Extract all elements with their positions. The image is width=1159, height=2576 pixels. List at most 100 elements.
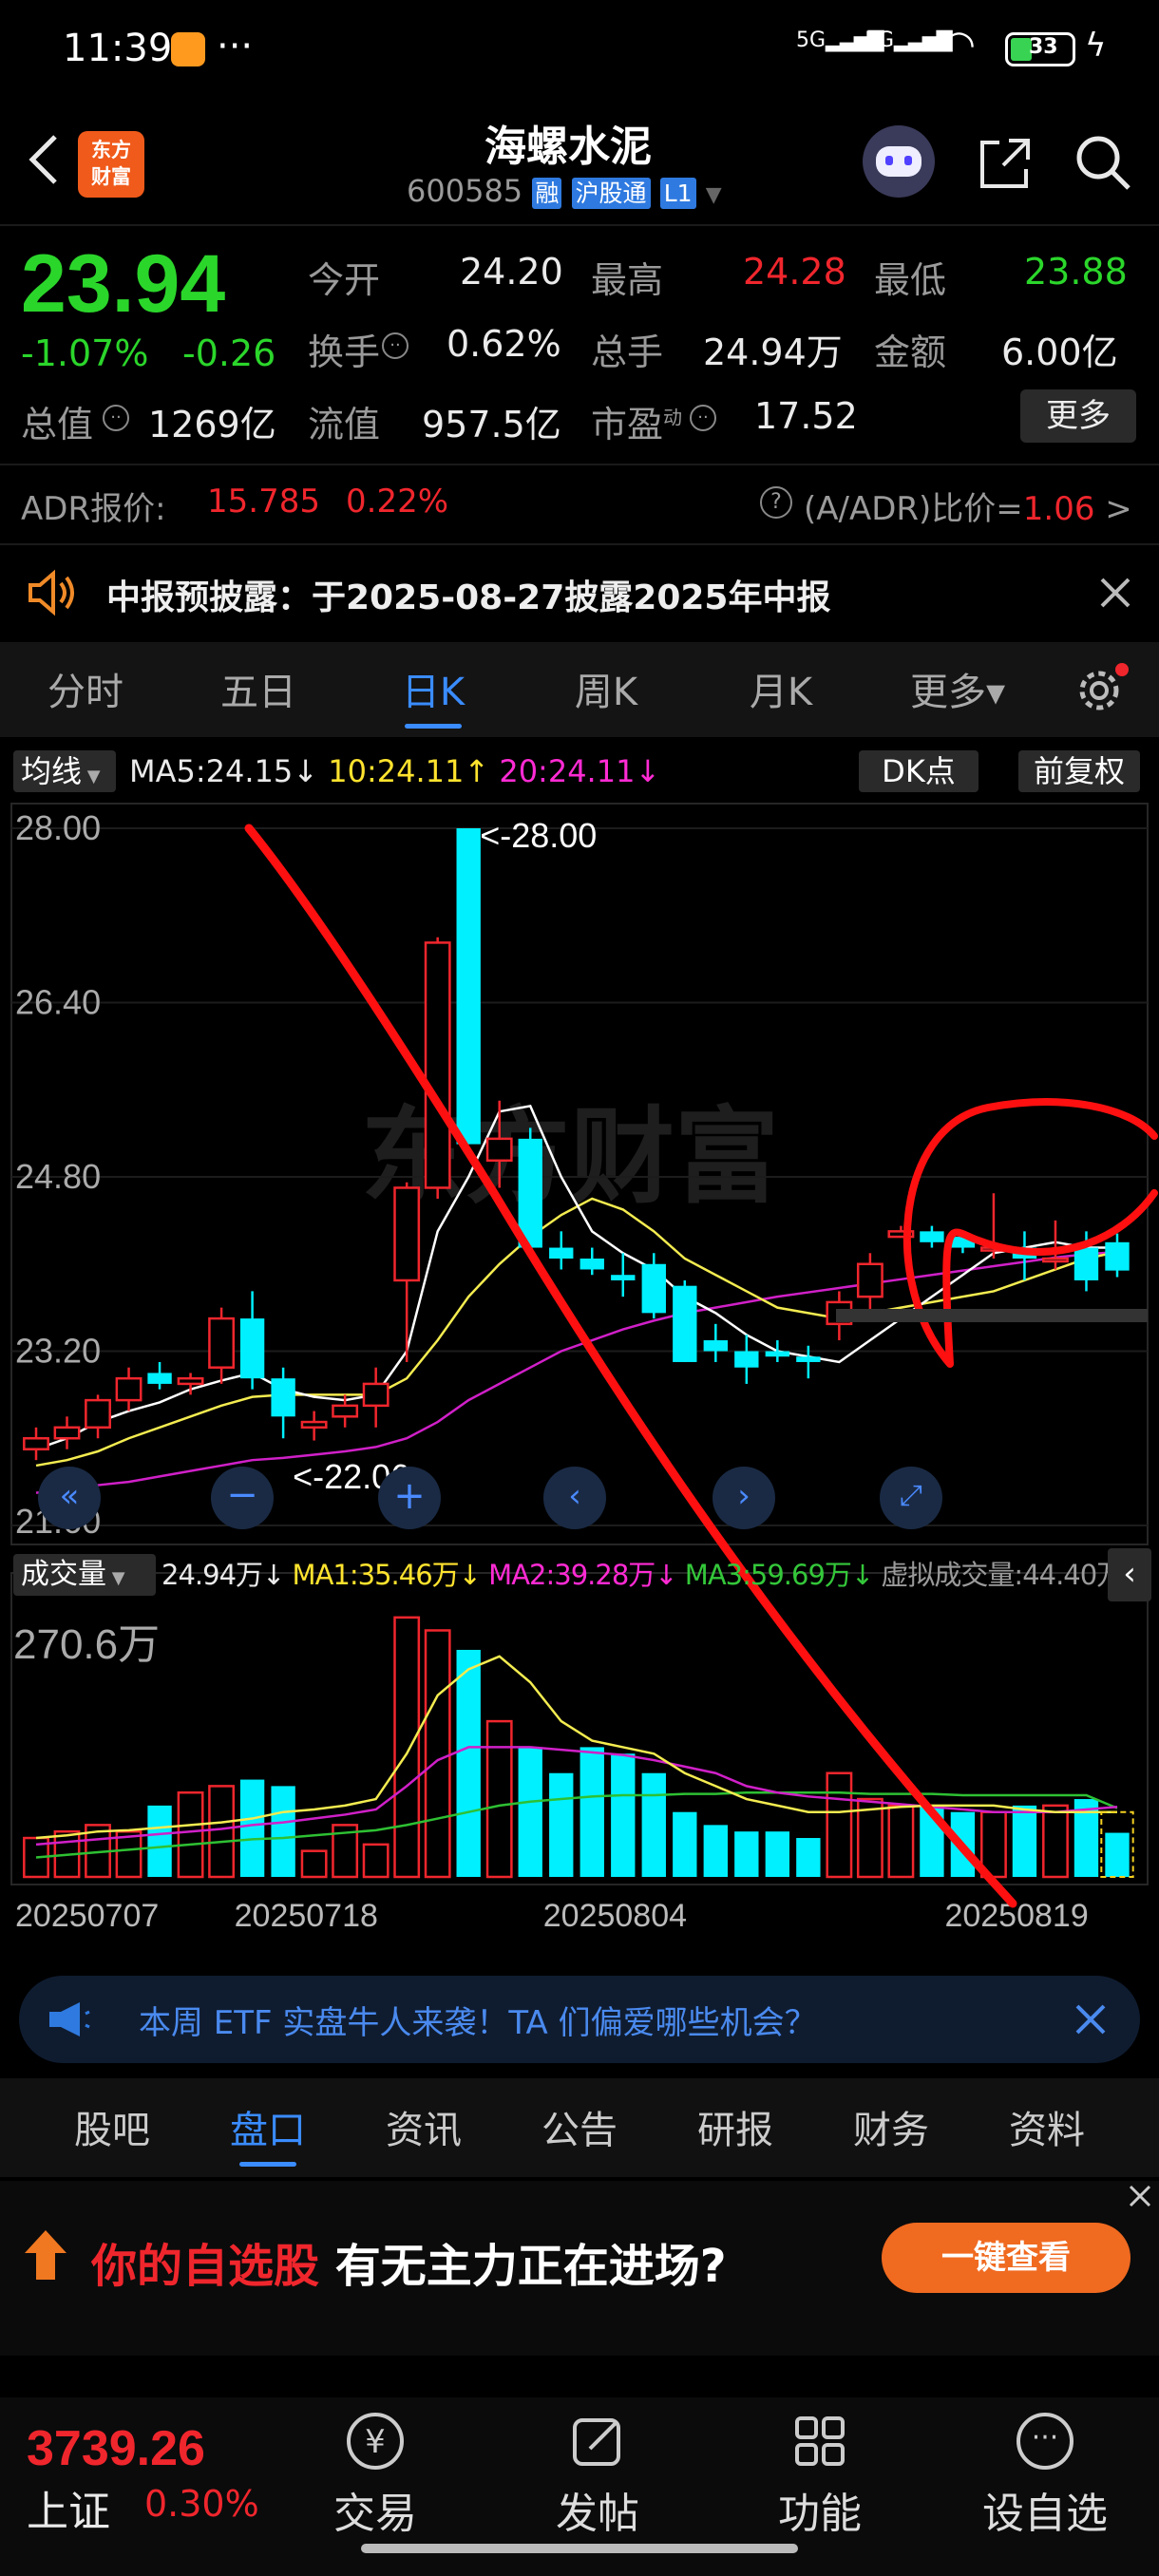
volume-bar xyxy=(765,1831,790,1877)
back-icon[interactable] xyxy=(25,131,63,188)
float-label: 流值 xyxy=(308,404,381,445)
turnover-info-icon[interactable]: ·· xyxy=(382,332,408,359)
candle-body xyxy=(1042,1257,1069,1263)
mktcap-info-icon[interactable]: ·· xyxy=(103,405,129,431)
post-nav[interactable]: 发帖 xyxy=(536,2413,659,2546)
home-indicator xyxy=(361,2544,798,2553)
candle-body xyxy=(485,1137,513,1163)
close-notice-icon[interactable] xyxy=(1096,574,1134,612)
amount-label: 金额 xyxy=(874,331,947,373)
y-tick-label: 28.00 xyxy=(15,808,101,847)
candle-body xyxy=(549,1247,574,1260)
info-tab-3[interactable]: 公告 xyxy=(522,2099,636,2154)
watchlist-nav[interactable]: ··· 设自选 xyxy=(960,2413,1130,2546)
search-icon[interactable] xyxy=(1072,131,1134,194)
info-tab-1[interactable]: 盘口 xyxy=(211,2099,325,2154)
more-button[interactable]: 更多 xyxy=(1020,389,1136,443)
vol-selector[interactable]: 成交量 ▼ xyxy=(13,1554,156,1596)
volume-label: 总手 xyxy=(591,331,664,373)
info-tab-5[interactable]: 财务 xyxy=(834,2099,948,2154)
adr-ratio[interactable]: (A/ADR)比价=1.06 > xyxy=(804,483,1132,529)
info-tab-6[interactable]: 资料 xyxy=(990,2099,1104,2154)
settings-gear-icon[interactable] xyxy=(1072,663,1129,718)
ad-banner-text: 本周 ETF 实盘牛人来袭！TA 们偏爱哪些机会？ xyxy=(139,2004,817,2042)
stock-code: 600585 xyxy=(407,173,523,209)
y-tick-label: 26.40 xyxy=(15,983,101,1022)
function-nav[interactable]: 功能 xyxy=(758,2413,882,2546)
tab-3[interactable]: 周K xyxy=(549,661,663,716)
promo-text-red: 你的自选股 xyxy=(91,2240,320,2293)
share-icon[interactable] xyxy=(975,133,1036,194)
battery-icon: 33 xyxy=(1005,32,1075,66)
zoom-in-button[interactable]: + xyxy=(378,1467,441,1529)
candle-body xyxy=(332,1404,359,1418)
candle-body xyxy=(580,1259,604,1270)
high-label: 最高 xyxy=(591,259,664,301)
promo-check-button[interactable]: 一键查看 xyxy=(882,2223,1130,2293)
tab-4[interactable]: 月K xyxy=(724,661,838,716)
function-label: 功能 xyxy=(778,2490,862,2538)
volume-value: 24.94万 xyxy=(703,331,843,373)
tab-2[interactable]: 日K xyxy=(376,661,490,716)
volume-bar xyxy=(641,1772,666,1877)
scroll-left-button[interactable]: ‹ xyxy=(543,1467,606,1529)
ma-selector[interactable]: 均线 ▼ xyxy=(13,750,116,792)
low-label: 最低 xyxy=(874,259,947,301)
volume-bar xyxy=(549,1772,574,1877)
adr-label: ADR报价: xyxy=(21,490,166,528)
candle-body xyxy=(1105,1241,1130,1271)
app-logo[interactable]: 东方 财富 xyxy=(78,131,144,198)
stock-code-row[interactable]: 600585 融 沪股通 L1 ▼ xyxy=(407,173,722,209)
info-tab-4[interactable]: 研报 xyxy=(678,2099,792,2154)
index-pct: 0.30% xyxy=(144,2483,259,2525)
zoom-out-button[interactable]: − xyxy=(211,1467,274,1529)
tab-1[interactable]: 五日 xyxy=(201,661,315,716)
stock-title: 海螺水泥 xyxy=(484,123,652,171)
pe-info-icon[interactable]: ·· xyxy=(690,405,716,431)
dropdown-icon: ▼ xyxy=(705,183,722,207)
candlestick-chart[interactable]: 东方财富 28.0026.4024.8023.2021.60 <-28.00<-… xyxy=(0,794,1159,1953)
volume-bar xyxy=(424,1629,451,1879)
candle-body xyxy=(362,1382,390,1408)
vol-virtual: 虚拟成交量:44.40万 xyxy=(881,1559,1124,1591)
close-promo-icon[interactable] xyxy=(1127,2183,1153,2209)
ad-banner[interactable]: 本周 ETF 实盘牛人来袭！TA 们偏爱哪些机会？ xyxy=(19,1976,1140,2063)
change-amount: -0.26 xyxy=(182,332,276,374)
tab-0[interactable]: 分时 xyxy=(28,661,142,716)
high-value: 24.28 xyxy=(743,251,846,293)
edit-icon xyxy=(569,2413,626,2470)
float-value: 957.5亿 xyxy=(422,404,561,445)
fullscreen-button[interactable]: ⤢ xyxy=(880,1467,942,1529)
dk-button[interactable]: DK点 xyxy=(859,750,978,792)
info-tab-0[interactable]: 股吧 xyxy=(55,2099,169,2154)
mktcap-value: 1269亿 xyxy=(148,404,276,445)
ma5-value: MA5:24.15↓ xyxy=(129,753,319,789)
x-axis-label: 20250804 xyxy=(543,1898,687,1934)
candle-body xyxy=(85,1398,111,1430)
watermark: 东方财富 xyxy=(361,1099,779,1216)
volume-bar xyxy=(887,1804,915,1879)
vol-current: 24.94万↓ xyxy=(162,1559,285,1591)
info-tab-2[interactable]: 资讯 xyxy=(367,2099,481,2154)
highlight-band xyxy=(836,1309,1148,1322)
status-more-dots: ··· xyxy=(217,25,254,68)
index-value[interactable]: 3739.26 xyxy=(27,2420,205,2477)
pe-value: 17.52 xyxy=(754,395,858,437)
trade-nav[interactable]: ¥ 交易 xyxy=(314,2413,437,2546)
robot-assistant-icon[interactable] xyxy=(863,125,935,198)
candle-body xyxy=(796,1356,821,1362)
tab-5[interactable]: 更多▾ xyxy=(901,661,1015,716)
amount-value: 6.00亿 xyxy=(1001,331,1118,373)
scroll-left-fast-button[interactable]: « xyxy=(38,1467,101,1529)
volume-bar xyxy=(271,1786,295,1877)
mktcap-label: 总值 xyxy=(21,404,94,445)
vol-collapse-icon[interactable]: ‹ xyxy=(1108,1548,1151,1601)
open-label: 今开 xyxy=(308,259,381,301)
notice-text[interactable]: 中报预披露：于2025-08-27披露2025年中报 xyxy=(106,570,830,619)
scroll-right-button[interactable]: › xyxy=(712,1467,775,1529)
volume-bar xyxy=(796,1838,821,1877)
fq-button[interactable]: 前复权 xyxy=(1018,750,1140,792)
close-ad-icon[interactable] xyxy=(1072,2000,1110,2038)
help-icon[interactable]: ? xyxy=(760,486,792,519)
status-time: 11:39 xyxy=(63,27,173,70)
